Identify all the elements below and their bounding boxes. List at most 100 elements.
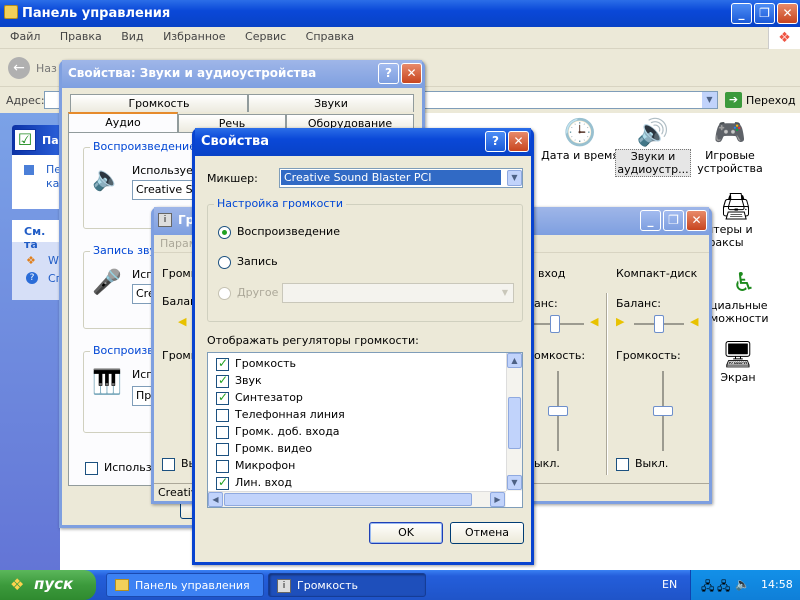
checkbox-box bbox=[616, 457, 629, 471]
list-item[interactable]: Громкость bbox=[216, 356, 345, 374]
list-item[interactable]: Звук bbox=[216, 373, 345, 391]
linein-balance-thumb[interactable] bbox=[550, 315, 560, 333]
controls-list-items: Громкость Звук Синтезатор Телефонная линия Г… bbox=[216, 356, 345, 493]
list-item-label: Громкость bbox=[235, 357, 297, 370]
radio-playback[interactable]: Воспроизведение bbox=[218, 225, 340, 239]
cd-volume-thumb[interactable] bbox=[653, 406, 673, 416]
close-button[interactable]: ✕ bbox=[508, 131, 529, 152]
sound-titlebar[interactable]: Свойства: Звуки и аудиоустройства bbox=[62, 60, 422, 88]
back-button[interactable]: ← bbox=[8, 57, 30, 79]
go-arrow-icon[interactable]: ➔ bbox=[725, 92, 742, 108]
scroll-down-icon[interactable]: ▼ bbox=[507, 475, 522, 490]
tab-label: Громкость bbox=[128, 97, 190, 110]
chevron-down-icon: ▼ bbox=[501, 288, 509, 297]
scroll-up-icon[interactable]: ▲ bbox=[507, 353, 522, 368]
checkbox-box bbox=[162, 457, 175, 471]
volume-tray-icon[interactable]: 🔈 bbox=[735, 577, 750, 591]
sound-title: Свойства: Звуки и аудиоустройства bbox=[68, 66, 317, 80]
linein-mute-checkbox[interactable]: ыкл. bbox=[534, 457, 560, 470]
menu-file[interactable]: Файл bbox=[10, 30, 40, 43]
ok-button[interactable]: OK bbox=[369, 522, 443, 544]
help-button[interactable]: ? bbox=[485, 131, 506, 152]
horizontal-scrollbar[interactable]: ◀ ▶ bbox=[208, 491, 506, 507]
horizontal-scroll-thumb[interactable] bbox=[224, 493, 472, 506]
side-link-1[interactable]: W bbox=[48, 254, 59, 267]
menu-tools[interactable]: Сервис bbox=[245, 30, 286, 43]
menu-help[interactable]: Справка bbox=[306, 30, 354, 43]
control-panel-icon: ☑ bbox=[14, 129, 36, 151]
cp-icon-gamepads[interactable]: 🎮 Игровые устройства bbox=[695, 117, 765, 175]
go-button[interactable]: Переход bbox=[746, 94, 796, 107]
mute-label: Выкл. bbox=[635, 457, 669, 470]
menu-favorites[interactable]: Избранное bbox=[163, 30, 225, 43]
cd-balance-thumb[interactable] bbox=[654, 315, 664, 333]
list-item[interactable]: Синтезатор bbox=[216, 390, 345, 408]
menu-edit[interactable]: Правка bbox=[60, 30, 102, 43]
close-button[interactable]: ✕ bbox=[777, 3, 798, 24]
speaker-icon: ◀ bbox=[690, 315, 699, 328]
minimize-button[interactable]: _ bbox=[731, 3, 752, 24]
properties-titlebar[interactable]: Свойства bbox=[195, 128, 531, 156]
network-icon[interactable]: 🖧 bbox=[717, 577, 730, 598]
vertical-scrollbar[interactable]: ▲ ▼ bbox=[506, 353, 522, 491]
display-icon: 🖥 bbox=[721, 340, 755, 370]
radio-label: Воспроизведение bbox=[237, 225, 340, 238]
linein-balance-label: анс: bbox=[534, 297, 558, 310]
network-icon[interactable]: 🖧 bbox=[701, 577, 714, 598]
task-control-panel[interactable]: Панель управления bbox=[106, 573, 264, 597]
speaker-icon: ▶ bbox=[616, 315, 625, 328]
scroll-right-icon[interactable]: ▶ bbox=[490, 492, 505, 507]
playback-group-label: Воспроизведение з bbox=[90, 140, 209, 153]
task-volume[interactable]: ⅰ Громкость bbox=[268, 573, 426, 597]
list-item[interactable]: Громк. доб. входа bbox=[216, 425, 345, 442]
radio-other[interactable]: Другое bbox=[218, 286, 278, 300]
properties-title: Свойства bbox=[201, 134, 270, 149]
cp-icon-printers[interactable]: 🖨 нтеры и факсы bbox=[706, 191, 766, 249]
controls-list[interactable]: Громкость Звук Синтезатор Телефонная линия Г… bbox=[207, 352, 523, 508]
minimize-button[interactable]: _ bbox=[640, 210, 661, 231]
tab-audio[interactable]: Аудио bbox=[68, 112, 178, 132]
cancel-button[interactable]: Отмена bbox=[450, 522, 524, 544]
windows-flag-icon: ❖ bbox=[10, 575, 25, 594]
tab-sounds[interactable]: Звуки bbox=[248, 94, 414, 112]
list-item[interactable]: Громк. видео bbox=[216, 442, 345, 459]
close-button[interactable]: ✕ bbox=[401, 63, 422, 84]
maximize-button[interactable]: ❐ bbox=[663, 210, 684, 231]
help-icon: ? bbox=[26, 272, 38, 284]
list-item-label: Звук bbox=[235, 374, 262, 387]
radio-button bbox=[218, 225, 231, 239]
volume-app-icon: ⅰ bbox=[158, 213, 172, 227]
left-balance-icon: ◀ bbox=[178, 315, 187, 328]
close-button[interactable]: ✕ bbox=[686, 210, 707, 231]
help-button[interactable]: ? bbox=[378, 63, 399, 84]
checkbox-box bbox=[216, 475, 229, 490]
other-device-select[interactable] bbox=[282, 283, 514, 303]
maximize-button[interactable]: ❐ bbox=[754, 3, 775, 24]
tab-volume[interactable]: Громкость bbox=[70, 94, 248, 112]
ok-label: OK bbox=[398, 526, 414, 539]
side-text-2[interactable]: ка bbox=[46, 177, 59, 190]
radio-record[interactable]: Запись bbox=[218, 255, 278, 269]
cp-icon-sounds[interactable]: 🔊 Звуки и аудиоустр... bbox=[615, 117, 691, 177]
cp-icon-label: Дата и время bbox=[541, 149, 619, 162]
microphone-icon: 🎤 bbox=[92, 268, 122, 296]
mixer-select[interactable]: Creative Sound Blaster PCI bbox=[279, 168, 523, 188]
properties-dialog: Свойства ? ✕ Микшер: Creative Sound Blas… bbox=[192, 128, 534, 565]
scroll-left-icon[interactable]: ◀ bbox=[208, 492, 223, 507]
menu-view[interactable]: Вид bbox=[121, 30, 143, 43]
language-indicator[interactable]: EN bbox=[662, 578, 677, 591]
linein-volume-thumb[interactable] bbox=[548, 406, 568, 416]
start-button[interactable]: ❖ пуск bbox=[0, 570, 96, 600]
cp-icon-display[interactable]: 🖥 Экран bbox=[708, 339, 768, 384]
chevron-down-icon[interactable]: ▼ bbox=[507, 170, 522, 186]
cd-mute-checkbox[interactable]: Выкл. bbox=[616, 457, 668, 471]
task-label: Панель управления bbox=[135, 579, 250, 592]
list-item[interactable]: Телефонная линия bbox=[216, 408, 345, 425]
control-panel-titlebar[interactable]: Панель управления bbox=[0, 0, 800, 27]
cp-icon-accessibility[interactable]: ♿ циальные можности bbox=[710, 267, 778, 325]
cp-icon-datetime[interactable]: 🕒 Дата и время bbox=[540, 117, 620, 162]
vertical-scroll-thumb[interactable] bbox=[508, 397, 521, 449]
playback-using-label: Используем bbox=[132, 164, 202, 177]
list-item[interactable]: Микрофон bbox=[216, 459, 345, 476]
address-dropdown-icon[interactable]: ▼ bbox=[702, 92, 717, 108]
